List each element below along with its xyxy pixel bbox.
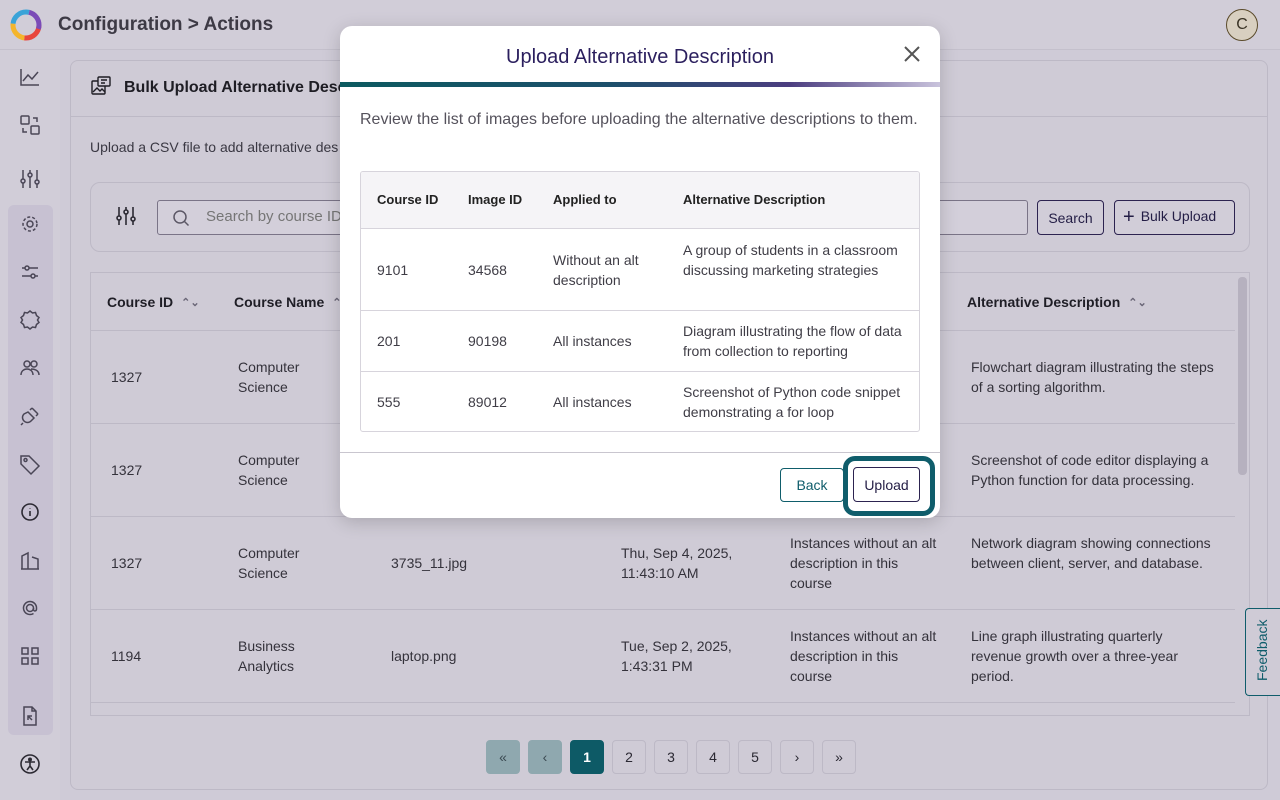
page-title: Configuration > Actions <box>58 14 274 35</box>
filter-sliders-icon[interactable] <box>18 260 42 284</box>
row-divider <box>361 310 919 311</box>
review-header-applied: Applied to <box>553 192 617 207</box>
column-header-alt-description[interactable]: Alternative Description ⌃⌄ <box>967 294 1147 310</box>
avatar[interactable]: C <box>1226 9 1258 41</box>
table-cell-applied: Instances without an alt description in … <box>790 535 937 591</box>
feedback-tab[interactable]: Feedback <box>1245 608 1280 696</box>
review-table-header <box>361 172 919 229</box>
page-button-5[interactable]: 5 <box>738 740 772 774</box>
review-cell-applied: All instances <box>553 394 632 410</box>
review-cell-image-id: 34568 <box>468 262 507 278</box>
review-cell-image-id: 89012 <box>468 394 507 410</box>
bulk-upload-button[interactable]: + Bulk Upload <box>1114 200 1235 235</box>
review-cell-applied: Without an alt description <box>553 252 639 288</box>
modal-accent-bar <box>340 82 940 87</box>
app-logo-icon[interactable] <box>10 9 42 41</box>
table-cell-date: Thu, Sep 4, 2025, 11:43:10 AM <box>621 545 733 581</box>
table-cell-date: Tue, Sep 2, 2025, 1:43:31 PM <box>621 638 732 674</box>
table-cell-alt: Network diagram showing connections betw… <box>971 535 1211 571</box>
table-cell-course-name: Computer Science <box>238 545 300 581</box>
section-intro: Upload a CSV file to add alternative des <box>90 139 339 155</box>
column-header-label: Course ID <box>107 294 174 310</box>
table-cell-file: 3735_11.jpg <box>391 555 468 571</box>
upload-modal: Upload Alternative Description Review th… <box>340 26 940 518</box>
row-divider <box>91 609 1235 610</box>
chart-line-icon[interactable] <box>18 65 42 89</box>
table-cell-alt: Flowchart diagram illustrating the steps… <box>971 359 1214 395</box>
table-cell-course-name: Computer Science <box>238 359 300 395</box>
table-cell-course-id: 1327 <box>111 555 143 571</box>
upload-button[interactable]: Upload <box>853 467 920 502</box>
table-cell-course-name: Computer Science <box>238 452 300 488</box>
plug-icon[interactable] <box>18 404 42 428</box>
review-cell-course-id: 201 <box>377 333 401 349</box>
table-cell-file: laptop.png <box>391 648 457 664</box>
modal-description: Review the list of images before uploadi… <box>360 111 918 128</box>
prev-page-button[interactable]: ‹ <box>528 740 562 774</box>
column-header-label: Alternative Description <box>967 294 1121 310</box>
review-table: Course ID Image ID Applied to Alternativ… <box>360 171 920 432</box>
review-cell-applied: All instances <box>553 333 632 349</box>
review-header-alt: Alternative Description <box>683 192 826 207</box>
review-cell-alt: Screenshot of Python code snippet demons… <box>683 384 901 420</box>
last-page-button[interactable]: » <box>822 740 856 774</box>
search-button[interactable]: Search <box>1037 200 1104 235</box>
filter-icon[interactable] <box>114 204 138 228</box>
grid-icon[interactable] <box>18 644 42 668</box>
bulk-upload-label: Bulk Upload <box>1140 208 1217 224</box>
table-cell-course-name: Business Analytics <box>238 638 295 674</box>
table-cell-alt: Screenshot of code editor displaying a P… <box>971 452 1209 488</box>
column-header-label: Course Name <box>234 294 325 310</box>
table-cell-course-id: 1194 <box>111 648 142 664</box>
plus-icon: + <box>1123 206 1135 228</box>
back-button[interactable]: Back <box>780 468 844 502</box>
search-input[interactable] <box>206 208 356 225</box>
review-cell-course-id: 9101 <box>377 262 409 278</box>
review-cell-alt: A group of students in a classroom discu… <box>683 242 898 278</box>
review-header-course-id: Course ID <box>377 192 439 207</box>
users-icon[interactable] <box>18 356 42 380</box>
image-upload-icon <box>91 76 111 95</box>
table-cell-course-id: 1327 <box>111 462 143 478</box>
sort-icon[interactable]: ⌃⌄ <box>181 296 199 309</box>
column-header-course-id[interactable]: Course ID ⌃⌄ <box>107 294 200 310</box>
building-icon[interactable] <box>18 548 42 572</box>
section-title: Bulk Upload Alternative Descr <box>124 79 353 96</box>
table-cell-applied: Instances without an alt description in … <box>790 628 937 684</box>
close-button[interactable] <box>902 44 922 64</box>
gear-icon[interactable] <box>18 212 42 236</box>
review-cell-alt: Diagram illustrating the flow of data fr… <box>683 323 902 359</box>
tag-icon[interactable] <box>18 452 42 476</box>
page-button-2[interactable]: 2 <box>612 740 646 774</box>
accessibility-icon[interactable] <box>18 752 42 776</box>
info-icon[interactable] <box>18 500 42 524</box>
feedback-label: Feedback <box>1254 619 1270 681</box>
row-divider <box>361 371 919 372</box>
first-page-button[interactable]: « <box>486 740 520 774</box>
table-cell-alt: Line graph illustrating quarterly revenu… <box>971 628 1178 684</box>
sliders-icon[interactable] <box>18 167 42 191</box>
page-button-1[interactable]: 1 <box>570 740 604 774</box>
sort-icon[interactable]: ⌃⌄ <box>1128 296 1146 309</box>
search-icon <box>173 210 190 227</box>
page-button-3[interactable]: 3 <box>654 740 688 774</box>
close-icon <box>904 46 920 62</box>
review-cell-image-id: 90198 <box>468 333 507 349</box>
modal-footer-divider <box>340 452 940 453</box>
next-page-button[interactable]: › <box>780 740 814 774</box>
scrollbar-thumb[interactable] <box>1238 277 1247 475</box>
review-cell-course-id: 555 <box>377 394 401 410</box>
transfer-icon[interactable] <box>18 113 42 137</box>
badge-icon[interactable] <box>18 308 42 332</box>
row-divider <box>91 702 1235 703</box>
at-sign-icon[interactable] <box>18 596 42 620</box>
page-button-4[interactable]: 4 <box>696 740 730 774</box>
review-header-image-id: Image ID <box>468 192 523 207</box>
file-import-icon[interactable] <box>18 704 42 728</box>
column-header-course-name[interactable]: Course Name ⌃ <box>234 294 341 310</box>
modal-title: Upload Alternative Description <box>506 46 774 68</box>
table-cell-course-id: 1327 <box>111 369 143 385</box>
